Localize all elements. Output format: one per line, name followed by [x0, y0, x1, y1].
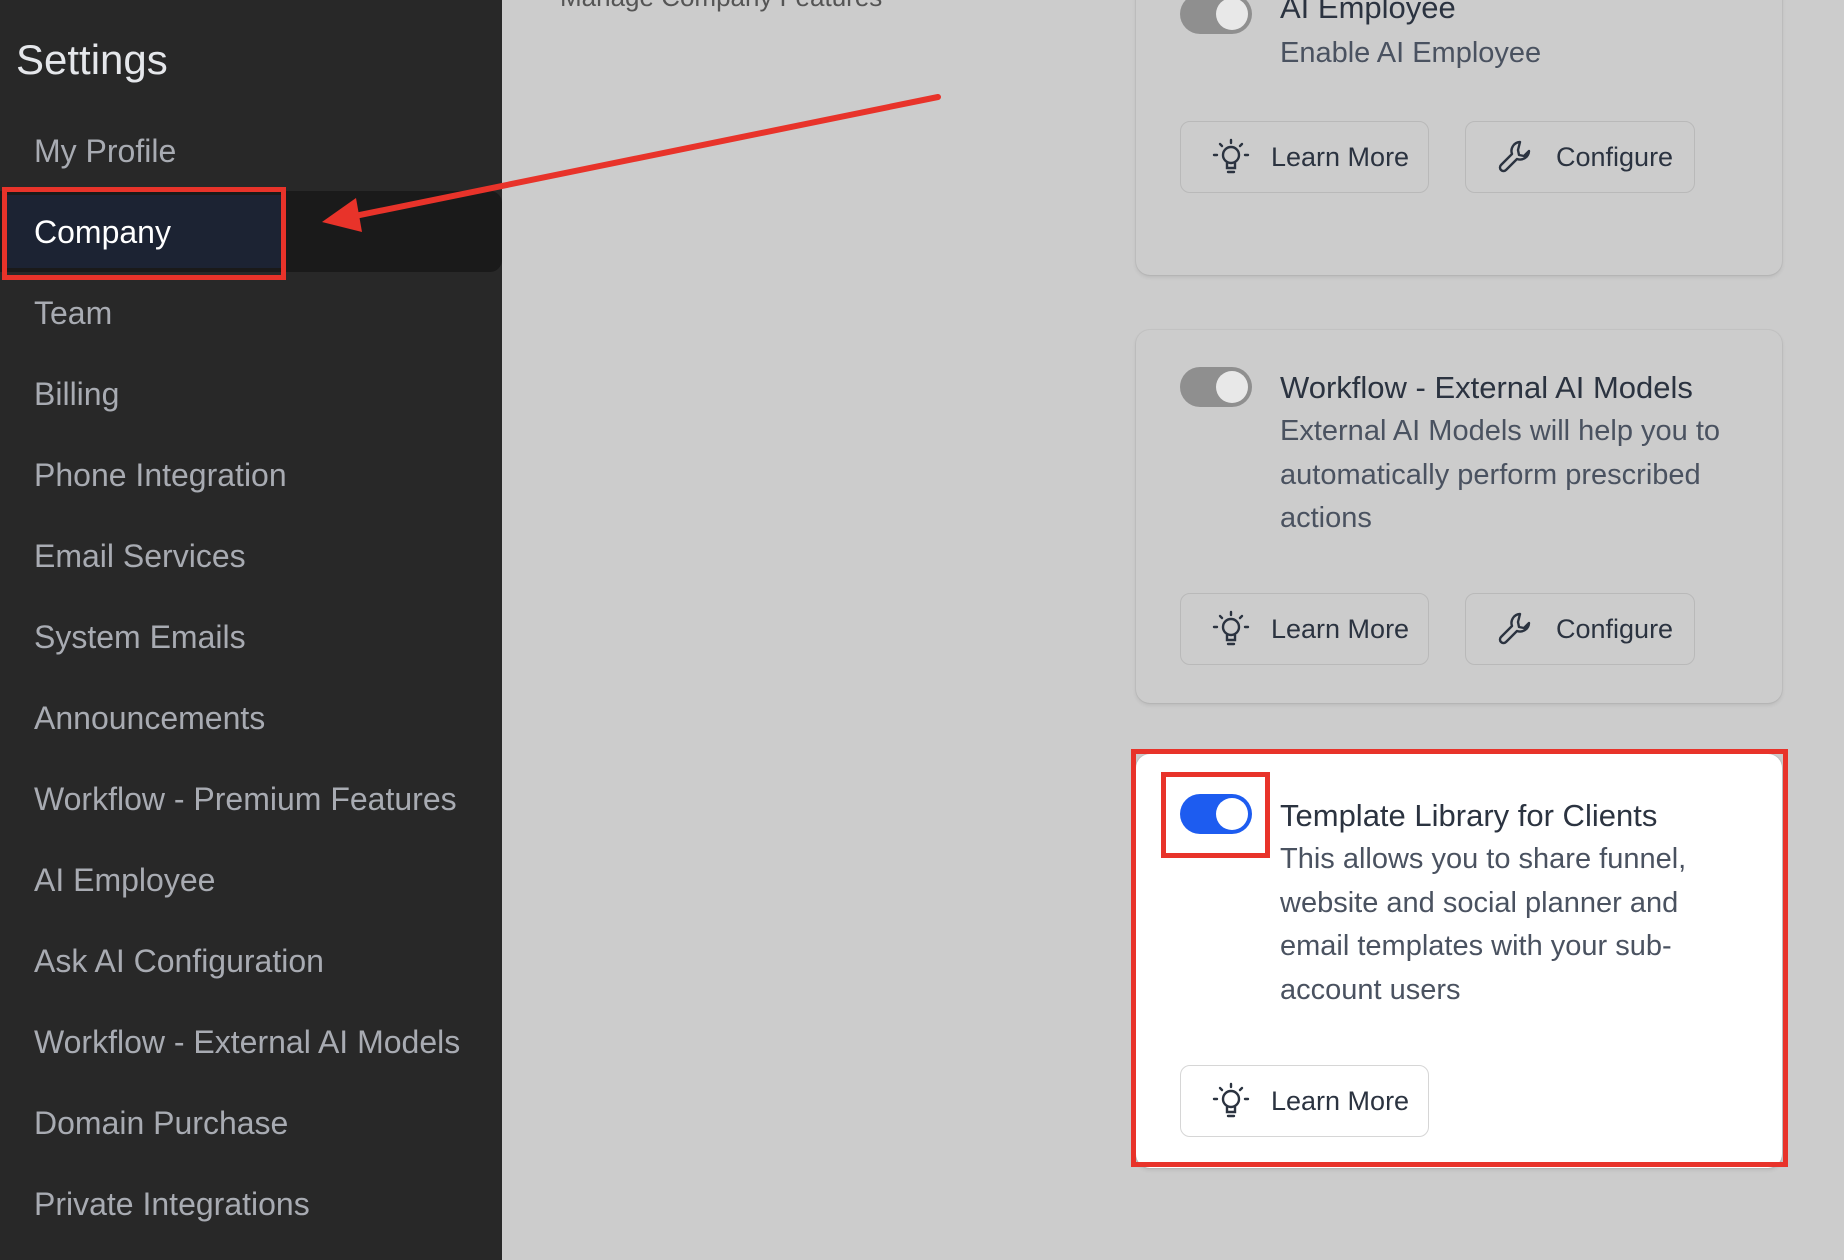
sidebar-item-label: Team [34, 294, 113, 331]
feature-description: Enable AI Employee [1280, 37, 1542, 69]
learn-more-button[interactable]: Learn More [1180, 593, 1429, 665]
configure-label: Configure [1556, 141, 1674, 172]
feature-description: External AI Models will help you to auto… [1280, 415, 1721, 534]
sidebar-item-label: My Profile [34, 132, 177, 169]
configure-button[interactable]: Configure [1465, 593, 1695, 665]
lightbulb-icon [1211, 137, 1251, 177]
toggle-knob [1216, 0, 1248, 30]
sidebar-item-ask-ai-configuration[interactable]: Ask AI Configuration [0, 920, 502, 1001]
sidebar-item-email-services[interactable]: Email Services [0, 515, 502, 596]
sidebar-item-label: Email Services [34, 537, 246, 574]
sidebar-item-label: Private Integrations [34, 1185, 310, 1222]
annotation-highlight-toggle [1161, 772, 1270, 858]
feature-title: AI Employee [1280, 0, 1456, 25]
sidebar-item-workflow-external-ai-models[interactable]: Workflow - External AI Models [0, 1001, 502, 1082]
lightbulb-icon [1211, 609, 1251, 649]
learn-more-label: Learn More [1271, 613, 1410, 644]
feature-toggle[interactable] [1180, 367, 1252, 407]
sidebar-item-team[interactable]: Team [0, 272, 502, 353]
feature-card-workflow-external-ai-models: Workflow - External AI Models External A… [1136, 330, 1782, 703]
sidebar-item-billing[interactable]: Billing [0, 353, 502, 434]
sidebar-item-label: Ask AI Configuration [34, 942, 324, 979]
configure-label: Configure [1556, 613, 1674, 644]
toggle-knob [1216, 371, 1248, 403]
sidebar-item-system-emails[interactable]: System Emails [0, 596, 502, 677]
learn-more-button[interactable]: Learn More [1180, 121, 1429, 193]
sidebar-item-domain-purchase[interactable]: Domain Purchase [0, 1082, 502, 1163]
sidebar-item-label: Billing [34, 375, 120, 412]
sidebar-item-label: Workflow - External AI Models [34, 1023, 461, 1060]
sidebar-title: Settings [16, 36, 168, 83]
sidebar-item-label: Announcements [34, 699, 266, 736]
learn-more-label: Learn More [1271, 141, 1410, 172]
sidebar-item-private-integrations[interactable]: Private Integrations [0, 1163, 502, 1244]
sidebar-item-label: Domain Purchase [34, 1104, 289, 1141]
sidebar-item-label: AI Employee [34, 861, 216, 898]
page-subtitle: Manage Company Features [560, 0, 882, 12]
sidebar-item-label: System Emails [34, 618, 246, 655]
sidebar-item-workflow-premium-features[interactable]: Workflow - Premium Features [0, 758, 502, 839]
annotation-highlight-company [2, 187, 286, 280]
sidebar-item-my-profile[interactable]: My Profile [0, 110, 502, 191]
sidebar-item-label: Phone Integration [34, 456, 287, 493]
feature-title: Workflow - External AI Models [1280, 370, 1693, 405]
wrench-icon [1496, 137, 1536, 177]
feature-toggle[interactable] [1180, 0, 1252, 34]
feature-card-ai-employee: AI Employee Enable AI Employee Learn Mor… [1136, 0, 1782, 275]
configure-button[interactable]: Configure [1465, 121, 1695, 193]
wrench-icon [1496, 609, 1536, 649]
sidebar-item-announcements[interactable]: Announcements [0, 677, 502, 758]
sidebar-item-label: Workflow - Premium Features [34, 780, 457, 817]
sidebar-item-phone-integration[interactable]: Phone Integration [0, 434, 502, 515]
sidebar-item-ai-employee[interactable]: AI Employee [0, 839, 502, 920]
